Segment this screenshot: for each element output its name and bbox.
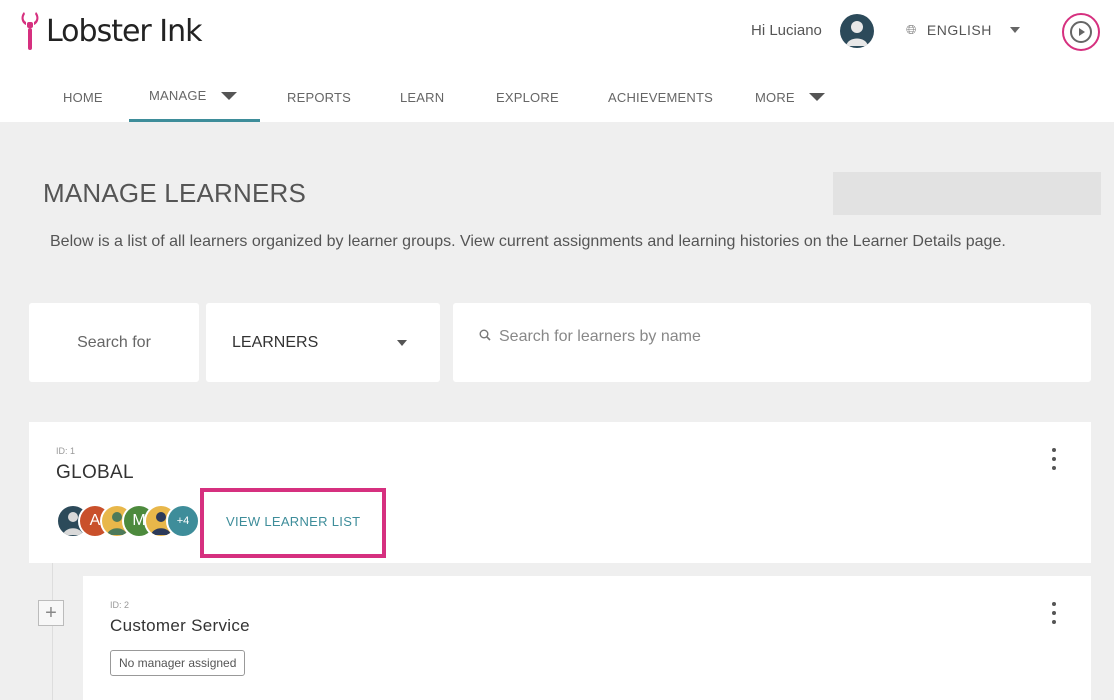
group-name: Customer Service — [110, 616, 250, 635]
globe-icon: 🌐︎ — [906, 22, 917, 37]
search-type-select[interactable]: LEARNERS — [206, 303, 440, 382]
language-label: ENGLISH — [926, 22, 992, 38]
page-title: MANAGE LEARNERS — [43, 178, 307, 208]
view-learner-list-link[interactable]: VIEW LEARNER LIST — [226, 514, 360, 529]
nav-explore-label: EXPLORE — [496, 89, 559, 105]
nav-home[interactable]: HOME — [63, 72, 103, 122]
tree-connector — [52, 563, 53, 700]
chevron-down-icon — [808, 93, 825, 101]
play-tour-button[interactable] — [1062, 13, 1100, 51]
user-avatar[interactable] — [840, 14, 874, 48]
search-for-label: Search for — [29, 303, 199, 382]
group-card-global: ID: 1 GLOBAL A M +4 — [29, 422, 1091, 563]
top-header: Lobster Ink Hi Luciano 🌐︎ ENGLISH HOME M… — [0, 0, 1114, 122]
nav-explore[interactable]: EXPLORE — [496, 72, 559, 122]
more-options-icon[interactable] — [1049, 602, 1059, 624]
status-badge: No manager assigned — [110, 650, 246, 676]
chevron-down-icon — [1009, 27, 1020, 33]
expand-icon[interactable]: + — [38, 600, 64, 626]
group-name: GLOBAL — [56, 462, 134, 483]
group-id: ID: 2 — [110, 600, 130, 610]
search-box — [453, 303, 1091, 382]
brand-name: Lobster Ink — [46, 13, 203, 49]
search-for-text: Search for — [77, 333, 151, 351]
chevron-down-icon — [220, 91, 237, 100]
search-type-value: LEARNERS — [232, 333, 319, 351]
nav-manage[interactable]: MANAGE — [129, 72, 260, 122]
user-silhouette-icon — [846, 21, 868, 46]
nav-achievements[interactable]: ACHIEVEMENTS — [608, 72, 713, 122]
chevron-down-icon — [397, 340, 407, 346]
play-icon — [1070, 21, 1092, 43]
main-nav: HOME MANAGE REPORTS LEARN EXPLORE ACHIEV… — [0, 72, 1114, 122]
header-placeholder-box — [833, 172, 1101, 215]
nav-learn[interactable]: LEARN — [400, 72, 444, 122]
page-description: Below is a list of all learners organize… — [50, 233, 1006, 250]
nav-learn-label: LEARN — [400, 89, 445, 105]
nav-reports-label: REPORTS — [287, 89, 352, 105]
group-card-customer-service: ID: 2 Customer Service No manager assign… — [83, 576, 1091, 700]
nav-achievements-label: ACHIEVEMENTS — [608, 89, 713, 105]
avatar-more-count: +4 — [166, 504, 200, 538]
nav-manage-label: MANAGE — [149, 88, 207, 103]
search-input[interactable] — [499, 323, 1059, 351]
user-greeting: Hi Luciano — [751, 22, 822, 39]
nav-reports[interactable]: REPORTS — [287, 72, 351, 122]
lobster-icon — [21, 12, 39, 50]
more-options-icon[interactable] — [1049, 448, 1059, 470]
nav-home-label: HOME — [63, 89, 103, 105]
nav-more-label: MORE — [755, 89, 795, 105]
language-selector[interactable]: 🌐︎ ENGLISH — [906, 22, 1020, 38]
logo[interactable]: Lobster Ink — [18, 10, 203, 52]
search-icon — [479, 329, 491, 341]
group-id: ID: 1 — [56, 446, 76, 456]
nav-more[interactable]: MORE — [755, 72, 825, 122]
